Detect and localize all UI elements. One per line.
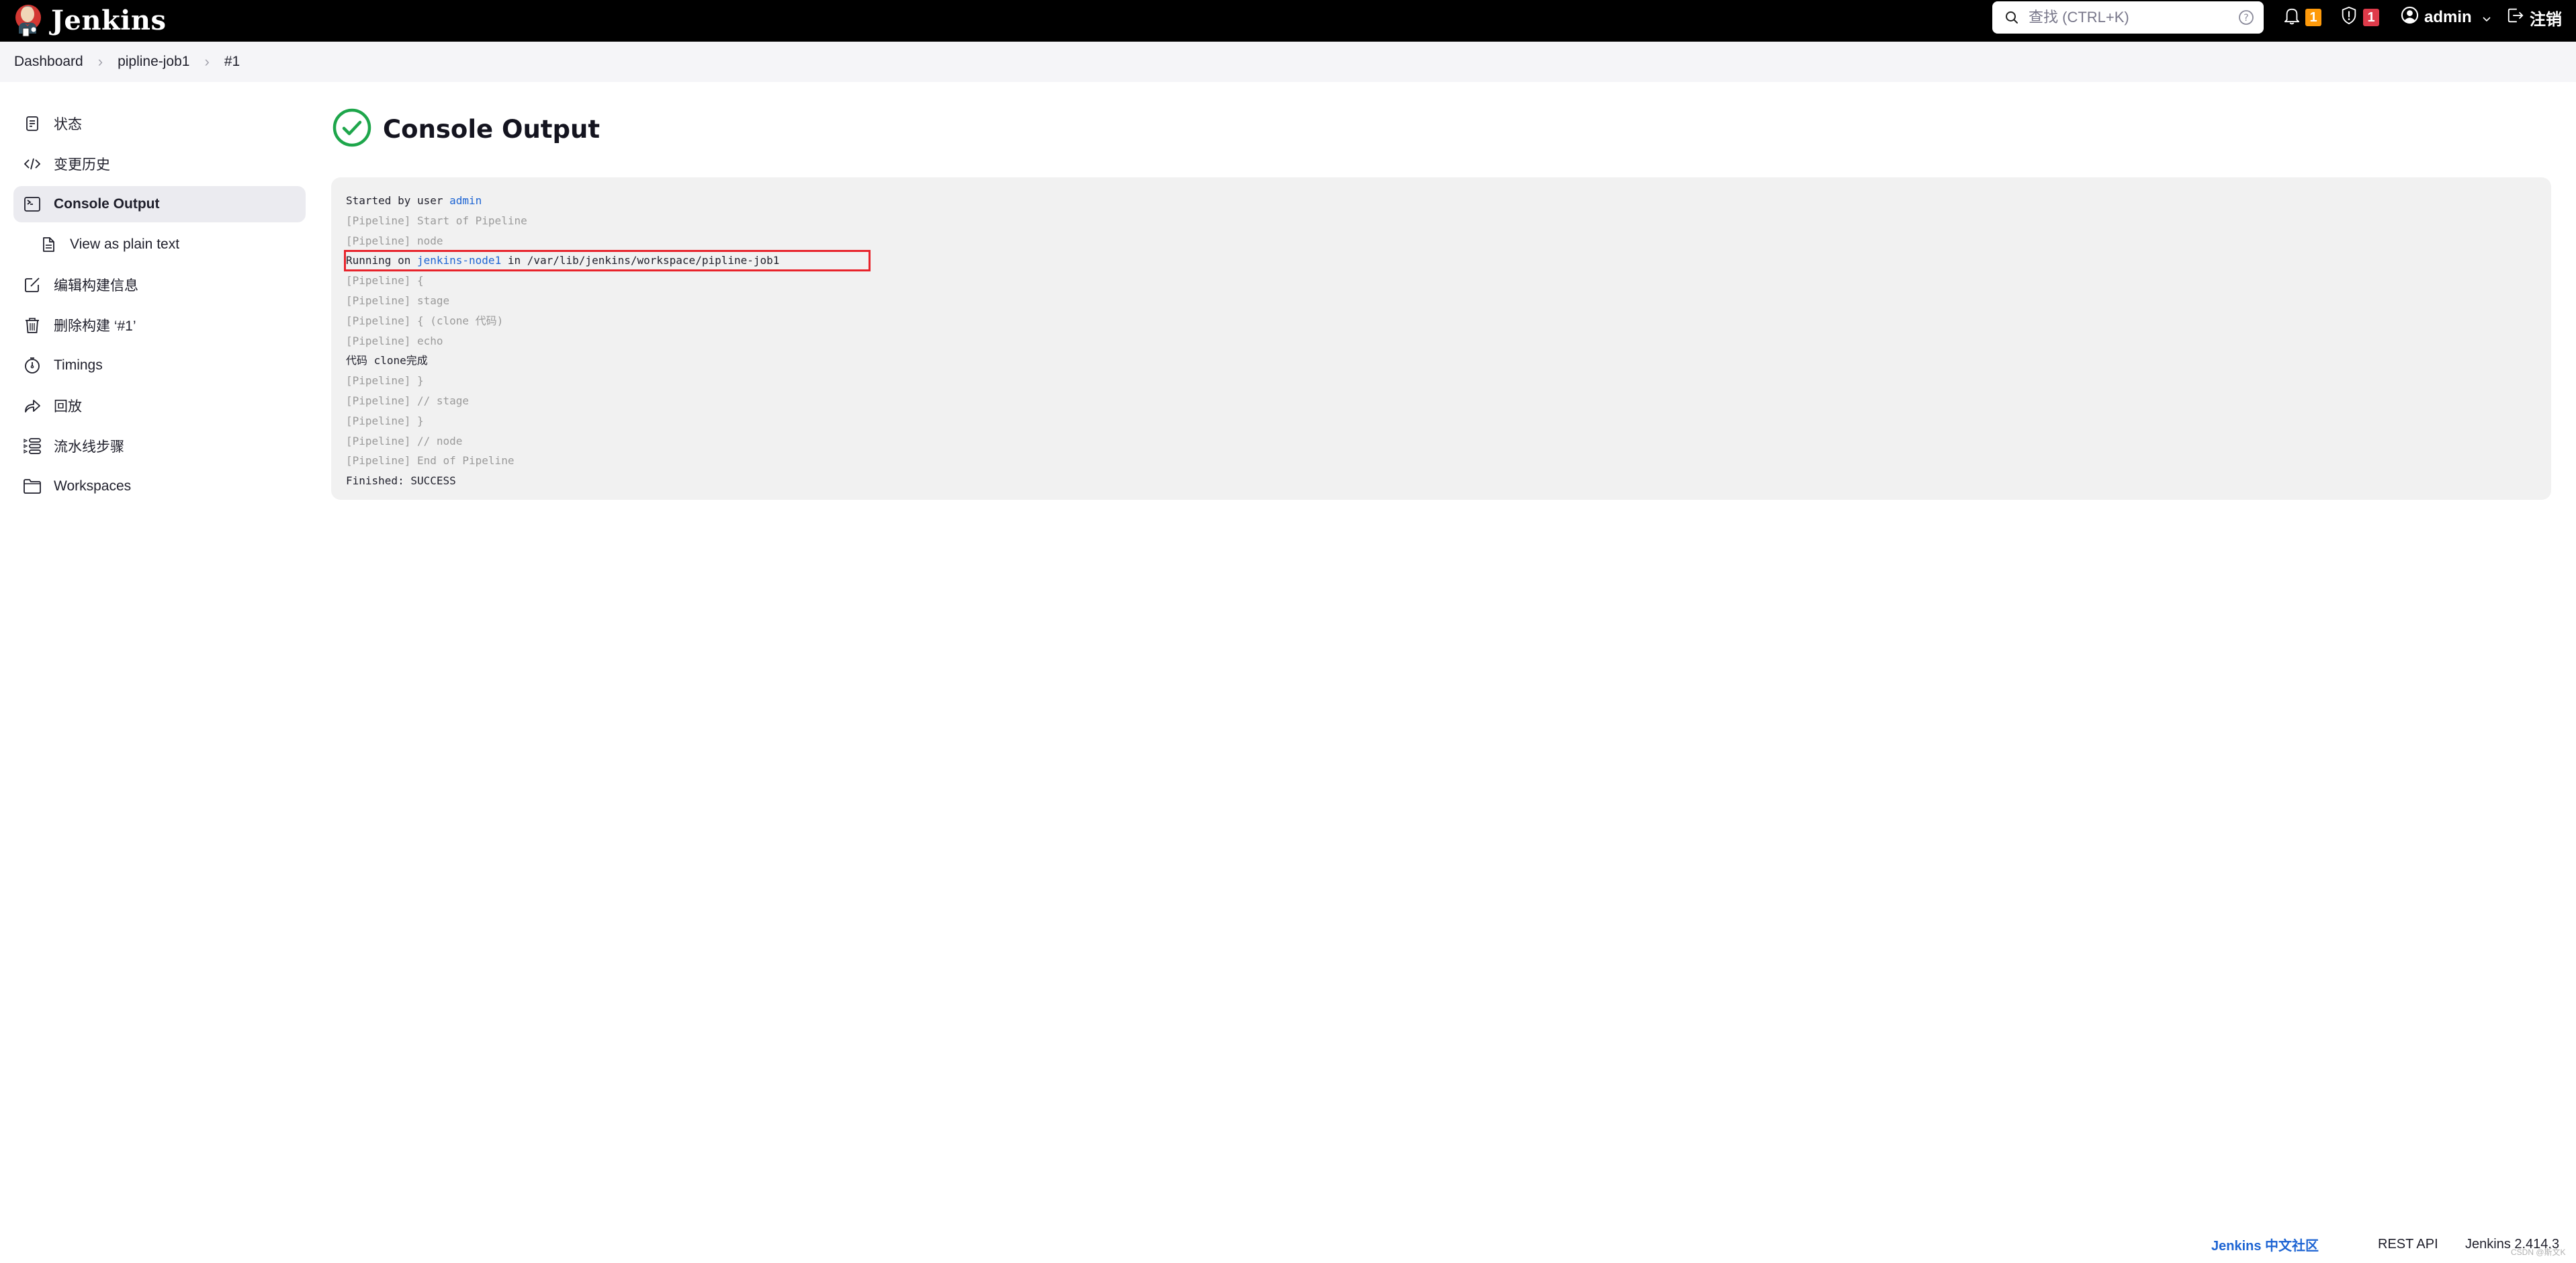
- jenkins-logo-link[interactable]: Jenkins: [13, 1, 166, 39]
- sidebar-item-label: 流水线步骤: [54, 439, 124, 455]
- success-check-icon: [332, 107, 372, 151]
- sidebar-item-label: 删除构建 ‘#1’: [54, 318, 136, 334]
- edit-icon: [23, 275, 42, 294]
- console-line: Started by user admin: [346, 191, 2536, 211]
- sidebar-item-label: 编辑构建信息: [54, 278, 138, 294]
- console-output: Started by user admin [Pipeline] Start o…: [331, 177, 2551, 500]
- svg-text:?: ?: [2244, 13, 2248, 24]
- breadcrumb-build[interactable]: #1: [224, 54, 240, 70]
- shield-warning-icon: [2340, 6, 2358, 30]
- breadcrumb-dashboard[interactable]: Dashboard: [14, 54, 83, 70]
- stopwatch-icon: [23, 356, 42, 375]
- document-icon: [23, 114, 42, 133]
- code-icon: [23, 155, 42, 173]
- sidebar-item-edit-build-info[interactable]: 编辑构建信息: [13, 267, 306, 303]
- page-header: Console Output: [332, 108, 600, 150]
- trash-icon: [23, 316, 42, 335]
- console-line: [Pipeline] }: [346, 374, 424, 388]
- logout-icon: [2507, 7, 2524, 29]
- user-name: admin: [2424, 8, 2472, 26]
- sidebar-item-pipeline-steps[interactable]: 流水线步骤: [13, 428, 306, 464]
- terminal-icon: [23, 195, 42, 214]
- file-icon: [39, 235, 58, 254]
- search-icon: [2004, 10, 2019, 25]
- user-menu[interactable]: admin: [2401, 4, 2491, 31]
- node-link[interactable]: jenkins-node1: [417, 254, 501, 267]
- logout-button[interactable]: 注销: [2507, 4, 2562, 31]
- console-text: in /var/lib/jenkins/workspace/pipline-jo…: [501, 254, 780, 267]
- sidebar-item-label: 变更历史: [54, 157, 110, 173]
- notifications-badge: 1: [2305, 9, 2321, 26]
- sidebar-item-delete-build[interactable]: 删除构建 ‘#1’: [13, 307, 306, 343]
- jenkins-butler-icon: [13, 3, 43, 38]
- sidebar-item-console-output[interactable]: Console Output: [13, 186, 306, 222]
- console-line: [Pipeline] End of Pipeline: [346, 454, 515, 468]
- console-line: Finished: SUCCESS: [346, 474, 456, 488]
- sidebar-item-label: Workspaces: [54, 478, 132, 494]
- sidebar-item-label: View as plain text: [70, 236, 180, 252]
- help-icon[interactable]: ?: [2238, 9, 2254, 26]
- console-line: [Pipeline] {: [346, 274, 424, 288]
- breadcrumb-job[interactable]: pipline-job1: [118, 54, 189, 70]
- console-line: [Pipeline] // node: [346, 434, 463, 447]
- replay-icon: [23, 396, 42, 415]
- steps-icon: [23, 437, 42, 455]
- footer-rest-api: REST API: [2378, 1233, 2438, 1255]
- sidebar-item-status[interactable]: 状态: [13, 105, 306, 142]
- sidebar-item-timings[interactable]: Timings: [13, 347, 306, 384]
- console-line: [Pipeline] echo: [346, 334, 443, 347]
- watermark: CSDN @斯文K: [2511, 1248, 2566, 1257]
- bell-icon: [2284, 6, 2300, 30]
- folder-icon: [23, 477, 42, 496]
- console-line: [Pipeline] stage: [346, 294, 450, 307]
- logout-label: 注销: [2530, 10, 2562, 29]
- footer-community: Jenkins 中文社区: [2211, 1233, 2319, 1255]
- console-line: [Pipeline] node: [346, 234, 443, 247]
- sidebar-item-changes[interactable]: 变更历史: [13, 146, 306, 182]
- console-text: Started by user: [346, 194, 450, 207]
- console-line: [Pipeline] { (clone 代码): [346, 314, 504, 327]
- sidebar-item-label: Console Output: [54, 196, 160, 212]
- console-line: [Pipeline] // stage: [346, 394, 470, 407]
- console-line: [Pipeline] }: [346, 414, 424, 427]
- user-avatar-icon: [2401, 6, 2419, 29]
- search-input[interactable]: [2029, 5, 2223, 30]
- top-header: Jenkins ? 1 1 admin 注销: [0, 0, 2576, 42]
- sidebar-item-replay[interactable]: 回放: [13, 388, 306, 424]
- user-link[interactable]: admin: [449, 194, 482, 207]
- sidebar: 状态 变更历史 Console Output View as plain tex…: [13, 105, 306, 509]
- console-line: [Pipeline] Start of Pipeline: [346, 214, 527, 227]
- rest-api-link[interactable]: REST API: [2378, 1237, 2438, 1252]
- page-title: Console Output: [383, 114, 601, 144]
- sidebar-item-workspaces[interactable]: Workspaces: [13, 468, 306, 505]
- breadcrumb-separator: ›: [204, 53, 210, 70]
- search-box[interactable]: ?: [1992, 1, 2264, 34]
- sidebar-item-label: Timings: [54, 357, 103, 373]
- sidebar-item-label: 回放: [54, 399, 82, 415]
- console-text: Running on: [346, 254, 417, 267]
- notifications-button[interactable]: 1: [2284, 4, 2321, 31]
- jenkins-logo-text: Jenkins: [51, 4, 167, 36]
- security-badge: 1: [2363, 9, 2379, 26]
- console-line: Running on jenkins-node1 in /var/lib/jen…: [346, 251, 2536, 271]
- sidebar-item-view-plain-text[interactable]: View as plain text: [13, 226, 306, 263]
- breadcrumb: Dashboard › pipline-job1 › #1: [0, 42, 2576, 82]
- console-line: 代码 clone完成: [346, 354, 428, 367]
- community-link[interactable]: Jenkins 中文社区: [2211, 1235, 2319, 1254]
- sidebar-item-label: 状态: [54, 117, 82, 132]
- chevron-down-icon: [2483, 8, 2491, 27]
- security-button[interactable]: 1: [2340, 4, 2379, 31]
- breadcrumb-separator: ›: [97, 53, 103, 70]
